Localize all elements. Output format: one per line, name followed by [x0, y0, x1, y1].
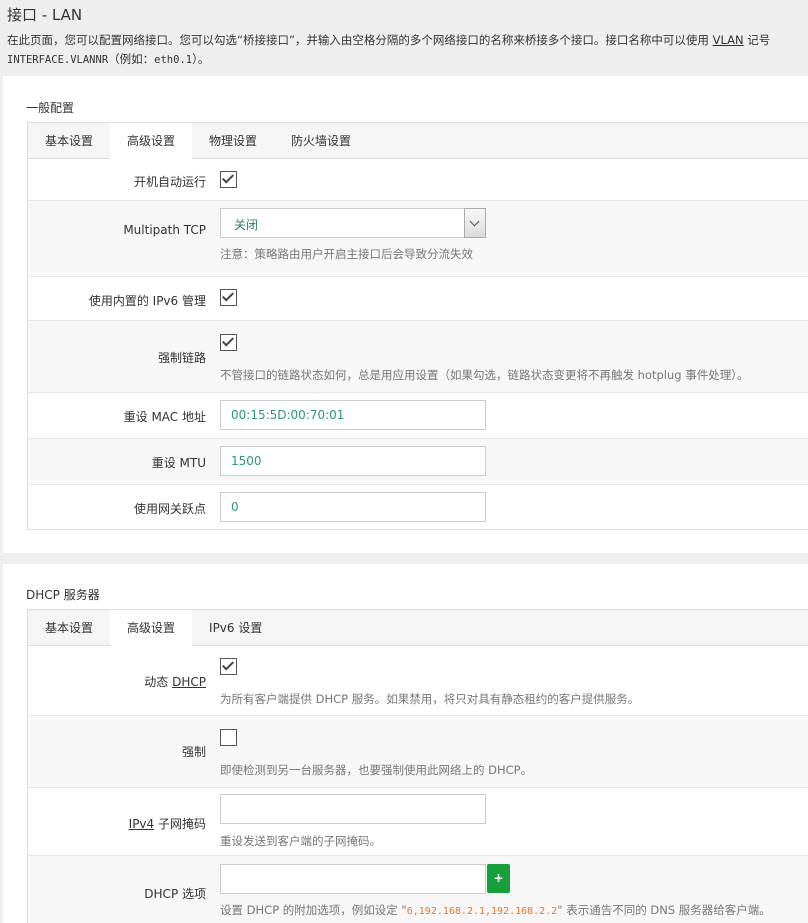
netmask-label-suffix: 子网掩码 — [154, 817, 206, 831]
desc-code-1: INTERFACE.VLANNR — [7, 54, 109, 66]
dhcp-tab-ipv6[interactable]: IPv6 设置 — [192, 610, 279, 646]
dhcp-tab-basic[interactable]: 基本设置 — [28, 610, 110, 646]
dhcp-tab-advanced[interactable]: 高级设置 — [110, 610, 193, 647]
dhcp-options-input[interactable] — [220, 864, 486, 894]
dropdown-button[interactable] — [464, 208, 486, 238]
ipv6-row: 使用内置的 IPv6 管理 — [28, 277, 808, 321]
dhcp-card: DHCP 服务器 基本设置 高级设置 IPv6 设置 动态 DHCP 为所有客户… — [3, 564, 808, 923]
general-config-panel: 基本设置 高级设置 物理设置 防火墙设置 开机自动运行 Multipath TC… — [27, 122, 808, 530]
dynamic-dhcp-checkbox[interactable] — [220, 658, 237, 675]
vlan-link[interactable]: VLAN — [713, 33, 744, 47]
mac-row: 重设 MAC 地址 00:15:5D:00:70:01 — [28, 393, 808, 439]
mtu-input[interactable]: 1500 — [220, 446, 486, 476]
mptcp-hint: 注意：策略路由用户开启主接口后会导致分流失效 — [220, 247, 473, 261]
dhcp-options-hint-code: 6,192.168.2.1,192.168.2.2 — [406, 906, 558, 917]
dhcp-options-hint: 设置 DHCP 的附加选项，例如设定 "6,192.168.2.1,192.16… — [220, 902, 771, 918]
dhcp-panel: 基本设置 高级设置 IPv6 设置 动态 DHCP 为所有客户端提供 DHCP … — [27, 609, 808, 923]
metric-row: 使用网关跃点 0 — [28, 485, 808, 529]
dynamic-dhcp-row: 动态 DHCP 为所有客户端提供 DHCP 服务。如果禁用，将只对具有静态租约的… — [28, 646, 808, 716]
general-config-title: 一般配置 — [26, 101, 75, 115]
mptcp-select-value: 关闭 — [234, 218, 259, 232]
mptcp-label: Multipath TCP — [123, 223, 206, 237]
force-dhcp-row: 强制 即使检测到另一台服务器，也要强制使用此网络上的 DHCP。 — [28, 716, 808, 788]
force-dhcp-label: 强制 — [181, 745, 206, 759]
mac-input[interactable]: 00:15:5D:00:70:01 — [220, 400, 486, 430]
metric-label: 使用网关跃点 — [133, 502, 206, 516]
tab-advanced-settings[interactable]: 高级设置 — [110, 123, 193, 160]
check-icon — [221, 289, 235, 302]
force-link-label: 强制链路 — [157, 351, 206, 365]
mac-label: 重设 MAC 地址 — [123, 410, 206, 424]
tab-basic-settings[interactable]: 基本设置 — [28, 123, 110, 159]
autostart-label: 开机自动运行 — [133, 175, 206, 189]
check-icon — [221, 658, 235, 671]
force-link-row: 强制链路 不管接口的链路状态如何，总是用应用设置（如果勾选，链路状态变更将不再触… — [28, 321, 808, 393]
add-dhcp-option-button[interactable]: + — [487, 864, 510, 893]
tab-physical-settings[interactable]: 物理设置 — [192, 123, 274, 159]
check-icon — [221, 334, 235, 347]
autostart-checkbox[interactable] — [220, 171, 237, 188]
dhcp-options-label: DHCP 选项 — [144, 887, 206, 901]
metric-input[interactable]: 0 — [220, 492, 486, 522]
ipv4-abbr-link: IPv4 — [128, 817, 155, 831]
ipv6-checkbox[interactable] — [220, 289, 237, 306]
check-icon — [221, 171, 235, 184]
dhcp-abbr-link: DHCP — [172, 675, 206, 689]
dhcp-options-hint-2: " 表示通告不同的 DNS 服务器给客户端。 — [557, 903, 771, 917]
netmask-row: IPv4 子网掩码 重设发送到客户端的子网掩码。 — [28, 788, 808, 856]
force-dhcp-checkbox[interactable] — [220, 729, 237, 746]
force-link-checkbox[interactable] — [220, 334, 237, 351]
desc-text-2: 记号 — [743, 33, 771, 47]
desc-text-1: 在此页面，您可以配置网络接口。您可以勾选“桥接接口”，并输入由空格分隔的多个网络… — [7, 33, 713, 47]
netmask-label: IPv4 子网掩码 — [129, 815, 206, 832]
dhcp-options-row: DHCP 选项 + 设置 DHCP 的附加选项，例如设定 "6,192.168.… — [28, 856, 808, 923]
netmask-hint: 重设发送到客户端的子网掩码。 — [220, 834, 381, 848]
mtu-row: 重设 MTU 1500 — [28, 439, 808, 485]
desc-text-4: ）。 — [192, 52, 210, 66]
ipv6-label: 使用内置的 IPv6 管理 — [88, 294, 206, 308]
desc-code-2: eth0.1 — [154, 54, 193, 66]
general-tabs: 基本设置 高级设置 物理设置 防火墙设置 — [28, 123, 808, 160]
dynamic-dhcp-label: 动态 DHCP — [144, 673, 206, 690]
dynamic-dhcp-hint: 为所有客户端提供 DHCP 服务。如果禁用，将只对具有静态租约的客户提供服务。 — [220, 692, 640, 706]
dynamic-dhcp-label-prefix: 动态 — [144, 675, 173, 689]
mptcp-select[interactable]: 关闭 — [220, 208, 486, 238]
force-link-hint: 不管接口的链路状态如何，总是用应用设置（如果勾选，链路状态变更将不再触发 hot… — [220, 368, 749, 382]
force-dhcp-hint: 即使检测到另一台服务器，也要强制使用此网络上的 DHCP。 — [220, 763, 533, 777]
mptcp-row: Multipath TCP 关闭 注意：策略路由用户开启主接口后会导致分流失效 — [28, 201, 808, 277]
tab-firewall-settings[interactable]: 防火墙设置 — [274, 123, 368, 159]
page-title: 接口 - LAN — [7, 6, 83, 24]
desc-text-3: （例如： — [108, 52, 155, 66]
dhcp-title: DHCP 服务器 — [26, 588, 100, 602]
dhcp-options-hint-1: 设置 DHCP 的附加选项，例如设定 " — [220, 903, 407, 917]
autostart-row: 开机自动运行 — [28, 159, 808, 201]
dhcp-tabs: 基本设置 高级设置 IPv6 设置 — [28, 610, 808, 647]
general-config-card: 一般配置 基本设置 高级设置 物理设置 防火墙设置 开机自动运行 Multipa… — [3, 76, 808, 553]
page-description: 在此页面，您可以配置网络接口。您可以勾选“桥接接口”，并输入由空格分隔的多个网络… — [7, 31, 807, 70]
chevron-down-icon — [469, 216, 480, 227]
mtu-label: 重设 MTU — [151, 456, 206, 470]
netmask-input[interactable] — [220, 794, 486, 824]
